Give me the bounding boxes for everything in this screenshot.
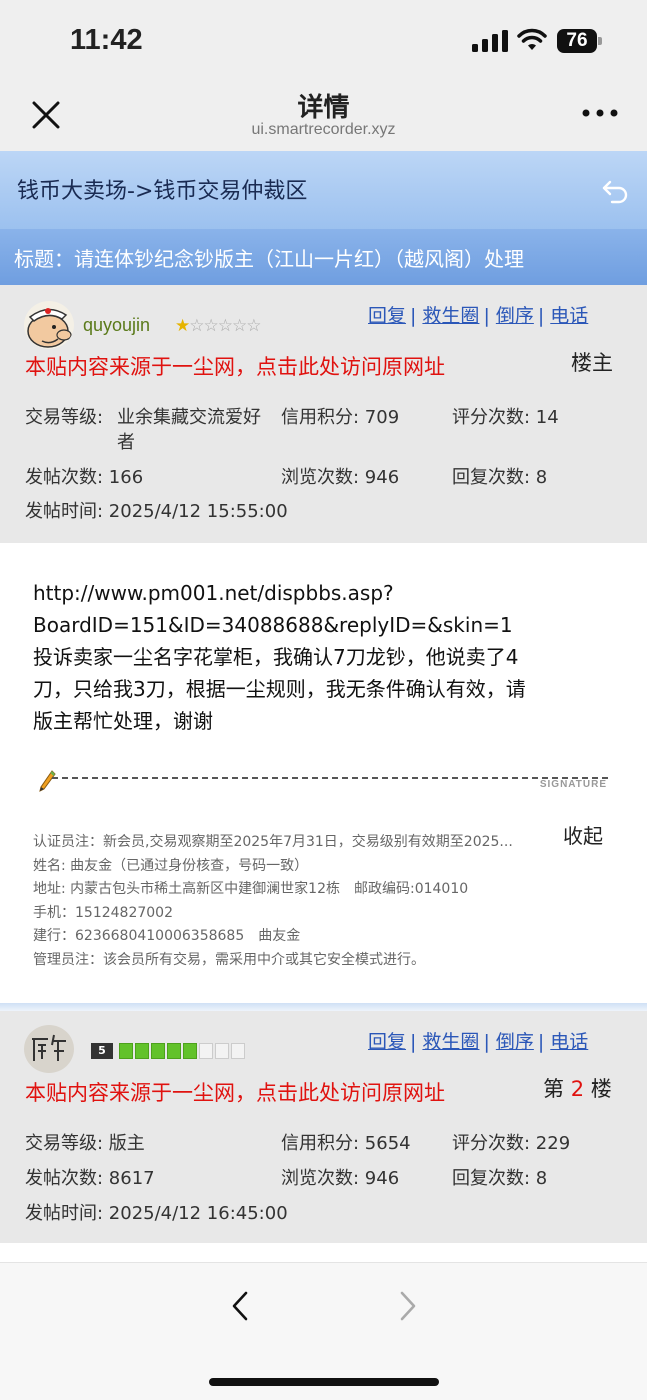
level-bar-empty: [199, 1043, 213, 1059]
view-count: 浏览次数: 946: [281, 467, 400, 488]
level-bar-empty: [215, 1043, 229, 1059]
level-bar-filled: [151, 1043, 165, 1059]
view-count: 浏览次数: 946: [281, 1168, 400, 1189]
credit-score: 信用积分: 5654: [281, 1133, 411, 1154]
wifi-icon: [517, 28, 547, 50]
level-bar-empty: [231, 1043, 245, 1059]
post-body: http://www.pm001.net/dispbbs.asp? BoardI…: [33, 577, 608, 737]
battery-level: 76: [557, 29, 597, 53]
post-actions: 回复 | 救生圈 | 倒序 | 电话: [368, 305, 589, 327]
note-line: 姓名: 曲友金（已通过身份核查，号码一致）: [33, 857, 309, 874]
note-line: 管理员注：该会员所有交易，需采用中介或其它安全模式进行。: [33, 951, 425, 968]
trade-level-value-cont: 者: [117, 432, 135, 453]
post-body-line[interactable]: BoardID=151&ID=34088688&replyID=&skin=1: [33, 609, 608, 641]
battery-icon: 76: [557, 29, 603, 53]
status-time: 11:42: [70, 24, 143, 56]
phone-link[interactable]: 电话: [550, 305, 588, 327]
forum-breadcrumb-bar: 钱币大卖场->钱币交易仲裁区: [0, 151, 647, 229]
star-empty-icon: ☆☆☆☆☆: [189, 316, 261, 336]
reply-count: 回复次数: 8: [452, 1168, 548, 1189]
home-indicator: [209, 1378, 439, 1386]
member-notes: 认证员注：新会员,交易观察期至2025年7月31日，交易级别有效期至2025..…: [33, 831, 613, 972]
note-line: 手机：15124827002: [33, 904, 173, 921]
post-count: 发帖次数: 166: [25, 467, 144, 488]
page-title: 详情: [297, 93, 350, 123]
status-bar: 11:42 76: [0, 0, 647, 85]
post-actions: 回复 | 救生圈 | 倒序 | 电话: [368, 1031, 589, 1053]
post-count: 发帖次数: 8617: [25, 1168, 155, 1189]
level-bar-filled: [119, 1043, 133, 1059]
avatar[interactable]: [24, 1025, 74, 1073]
thread-title: 标题：请连体钞纪念钞版主（江山一片红）（越风阁）处理: [14, 247, 524, 271]
collapse-button[interactable]: 收起: [563, 820, 603, 849]
return-icon[interactable]: [600, 176, 630, 206]
user-rank-stars: ★☆☆☆☆☆: [175, 316, 261, 336]
lifebuoy-link[interactable]: 救生圈: [422, 305, 479, 327]
navigation-bar: 详情 ui.smartrecorder.xyz: [0, 85, 647, 151]
reverse-order-link[interactable]: 倒序: [496, 1031, 534, 1053]
more-options-icon[interactable]: [582, 103, 618, 123]
credit-score: 信用积分: 709: [281, 407, 400, 428]
browser-toolbar: [0, 1262, 647, 1400]
reverse-order-link[interactable]: 倒序: [496, 305, 534, 327]
phone-link[interactable]: 电话: [550, 1031, 588, 1053]
post-time: 发帖时间: 2025/4/12 16:45:00: [25, 1203, 288, 1224]
note-line: 建行：6236680410006358685 曲友金: [33, 928, 301, 944]
note-line: 认证员注：新会员,交易观察期至2025年7月31日，交易级别有效期至2025..…: [33, 834, 513, 850]
thread-title-bar: 标题：请连体钞纪念钞版主（江山一片红）（越风阁）处理: [0, 229, 647, 285]
cellular-signal-icon: [472, 30, 508, 52]
user-level-badge: 5: [91, 1043, 113, 1059]
rating-count: 评分次数: 229: [452, 1133, 571, 1154]
page-url: ui.smartrecorder.xyz: [251, 121, 396, 138]
user-level-bars: [119, 1043, 245, 1059]
lifebuoy-link[interactable]: 救生圈: [422, 1031, 479, 1053]
signature-divider: [38, 769, 608, 799]
source-link[interactable]: 本贴内容来源于一尘网，点击此处访问原网址: [25, 351, 445, 381]
floor-label: 楼主: [571, 351, 613, 375]
post-body-line[interactable]: http://www.pm001.net/dispbbs.asp?: [33, 577, 608, 609]
trade-level: 交易等级: 版主: [25, 1133, 145, 1154]
reply-link[interactable]: 回复: [368, 305, 406, 327]
post-divider: [0, 1003, 647, 1011]
post-header-1: quyoujin ★☆☆☆☆☆ 回复 | 救生圈 | 倒序 | 电话 本贴内容来源于一尘网，…: [0, 285, 647, 543]
back-chevron-icon[interactable]: [228, 1289, 252, 1323]
level-bar-filled: [135, 1043, 149, 1059]
level-bar-filled: [167, 1043, 181, 1059]
username[interactable]: quyoujin: [83, 315, 150, 336]
reply-link[interactable]: 回复: [368, 1031, 406, 1053]
source-link[interactable]: 本贴内容来源于一尘网，点击此处访问原网址: [25, 1077, 445, 1107]
post-body-line: 投诉卖家一尘名字花掌柜，我确认7刀龙钞，他说卖了4: [33, 645, 519, 669]
breadcrumb[interactable]: 钱币大卖场->钱币交易仲裁区: [17, 173, 307, 205]
signature-label: SIGNATURE: [539, 779, 607, 790]
note-line: 地址: 内蒙古包头市稀土高新区中建御澜世家12栋 邮政编码:014010: [33, 881, 469, 897]
level-bar-filled: [183, 1043, 197, 1059]
post-body-line: 版主帮忙处理，谢谢: [33, 709, 213, 733]
star-filled-icon: ★: [175, 316, 190, 336]
pencil-icon: [39, 770, 56, 792]
reply-count: 回复次数: 8: [452, 467, 548, 488]
avatar[interactable]: [24, 301, 74, 349]
post-time: 发帖时间: 2025/4/12 15:55:00: [25, 501, 288, 522]
trade-level-value: 业余集藏交流爱好: [117, 407, 261, 428]
floor-label: 第 2 楼: [543, 1077, 612, 1101]
post-body-line: 刀，只给我3刀，根据一尘规则，我无条件确认有效，请: [33, 677, 526, 701]
post-content-1: http://www.pm001.net/dispbbs.asp? BoardI…: [0, 543, 647, 1003]
rating-count: 评分次数: 14: [452, 407, 559, 428]
trade-level-label: 交易等级:: [25, 407, 104, 428]
forward-chevron-icon[interactable]: [396, 1289, 420, 1323]
